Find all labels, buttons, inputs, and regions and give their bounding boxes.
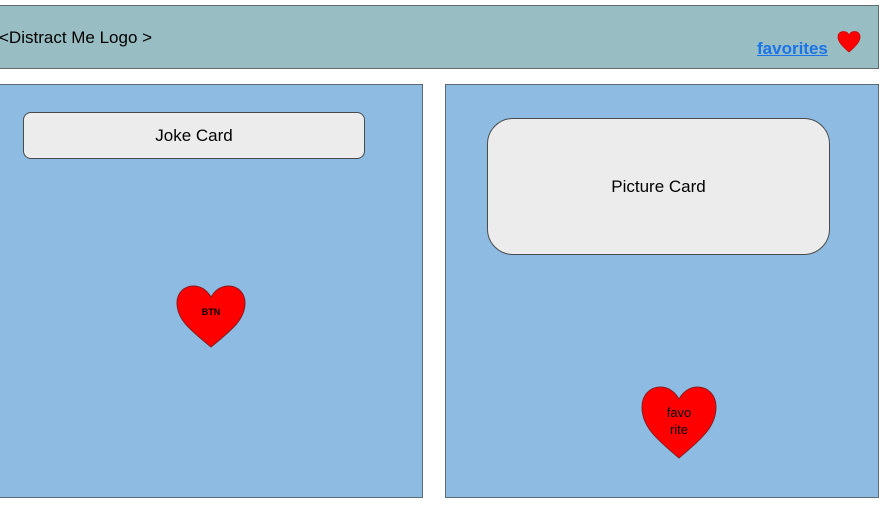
picture-card: Picture Card: [487, 118, 830, 255]
joke-card: Joke Card: [23, 112, 365, 159]
joke-heart-label: BTN: [201, 307, 221, 317]
heart-icon[interactable]: [837, 31, 861, 53]
favorite-label-line1: favo: [666, 405, 692, 420]
joke-heart-button[interactable]: BTN: [175, 285, 247, 349]
favorite-heart-button[interactable]: favo rite: [640, 386, 718, 460]
header-bar: <Distract Me Logo > favorites: [0, 5, 879, 69]
app-logo: <Distract Me Logo >: [0, 28, 153, 47]
favorites-link[interactable]: favorites: [757, 39, 828, 59]
favorite-label-line2: rite: [669, 422, 689, 437]
favorite-heart-label: favo rite: [640, 404, 718, 438]
